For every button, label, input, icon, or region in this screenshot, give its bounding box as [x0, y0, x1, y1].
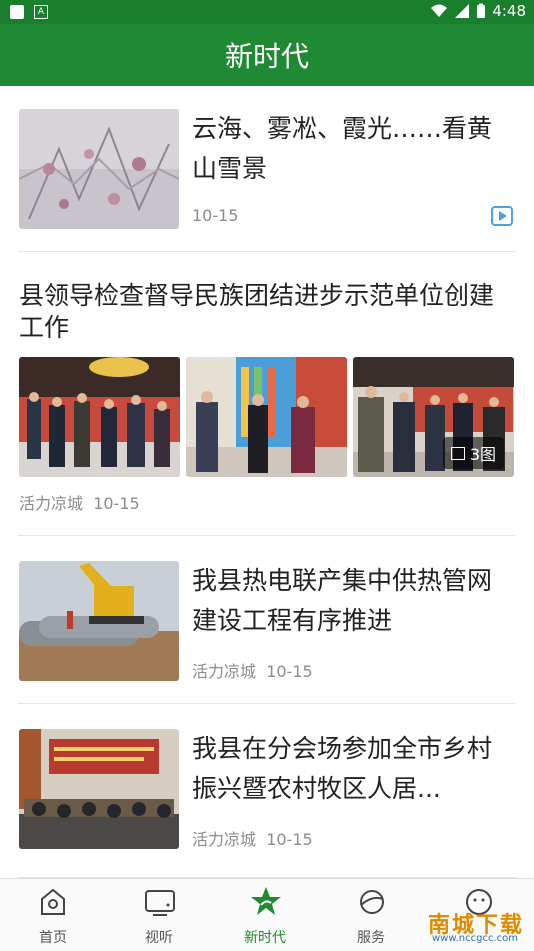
notification-square-icon [10, 5, 24, 19]
tab-label-audio-video: 视听 [145, 930, 173, 946]
article-title-2: 县领导检查督导民族团结进步示范单位创建工作 [19, 281, 495, 342]
image-count-badge: 3图 [442, 437, 504, 469]
page-title: 新时代 [224, 40, 309, 73]
article-title-4: 我县在分会场参加全市乡村振兴暨农村牧区人居... [192, 734, 493, 803]
article-title-3: 我县热电联产集中供热管网建设工程有序推进 [192, 566, 493, 635]
wifi-icon [431, 4, 448, 17]
article-date-3: 10-15 [266, 662, 313, 681]
article-date-1: 10-15 [192, 206, 239, 225]
article-image-2b [186, 357, 347, 477]
article-date-2: 10-15 [93, 494, 140, 513]
tab-label-home: 首页 [39, 930, 67, 946]
article-source-2: 活力凉城 [19, 494, 84, 513]
star-icon [251, 887, 281, 915]
article-thumbnail-3 [19, 561, 179, 681]
article-source-4: 活力凉城 [192, 830, 257, 849]
tab-new-era[interactable]: 新时代 [212, 879, 318, 951]
image-count: 3图 [469, 445, 496, 464]
article-meta-4: 活力凉城 10-15 [192, 826, 313, 850]
article-image-2a [19, 357, 180, 477]
article-card-3[interactable]: 我县热电联产集中供热管网建设工程有序推进 活力凉城 10-15 [0, 536, 534, 704]
battery-icon [477, 3, 486, 18]
article-thumbnail-4 [19, 729, 179, 849]
tab-label-new-era: 新时代 [244, 930, 286, 946]
article-card-4[interactable]: 我县在分会场参加全市乡村振兴暨农村牧区人居... 活力凉城 10-15 [0, 704, 534, 878]
status-time: 4:48 [492, 2, 526, 20]
video-play-icon [491, 206, 513, 226]
bottom-tab-bar: 首页 视听 新时代 服务 南城下载 www.nccgcc.com [0, 878, 534, 951]
tv-icon [145, 890, 175, 916]
article-title-1: 云海、雾凇、霞光……看黄山雪景 [192, 114, 493, 183]
app-bar: 新时代 [0, 24, 534, 86]
planet-icon [360, 890, 384, 914]
notification-a-icon: A [34, 5, 48, 19]
site-watermark: 南城下载 www.nccgcc.com [408, 907, 528, 947]
article-card-1[interactable]: 云海、雾凇、霞光……看黄山雪景 10-15 [0, 86, 534, 252]
article-meta-3: 活力凉城 10-15 [192, 658, 313, 682]
article-source-3: 活力凉城 [192, 662, 257, 681]
article-meta-2: 活力凉城 10-15 [19, 490, 140, 514]
home-icon [41, 888, 65, 915]
article-thumbnail-1 [19, 109, 179, 229]
watermark-url: www.nccgcc.com [431, 933, 518, 944]
article-date-4: 10-15 [266, 830, 313, 849]
article-image-2c: 3图 [353, 357, 514, 477]
gallery-icon [450, 446, 465, 460]
signal-icon [455, 4, 470, 18]
news-feed[interactable]: 云海、雾凇、霞光……看黄山雪景 10-15 县领导检查督导民族团结进步示范单位创… [0, 86, 534, 878]
tab-home[interactable]: 首页 [0, 879, 106, 951]
article-card-2[interactable]: 县领导检查督导民族团结进步示范单位创建工作 3图 活力凉城 10-15 [0, 252, 534, 536]
status-bar: A 4:48 [0, 0, 534, 24]
tab-audio-video[interactable]: 视听 [106, 879, 212, 951]
